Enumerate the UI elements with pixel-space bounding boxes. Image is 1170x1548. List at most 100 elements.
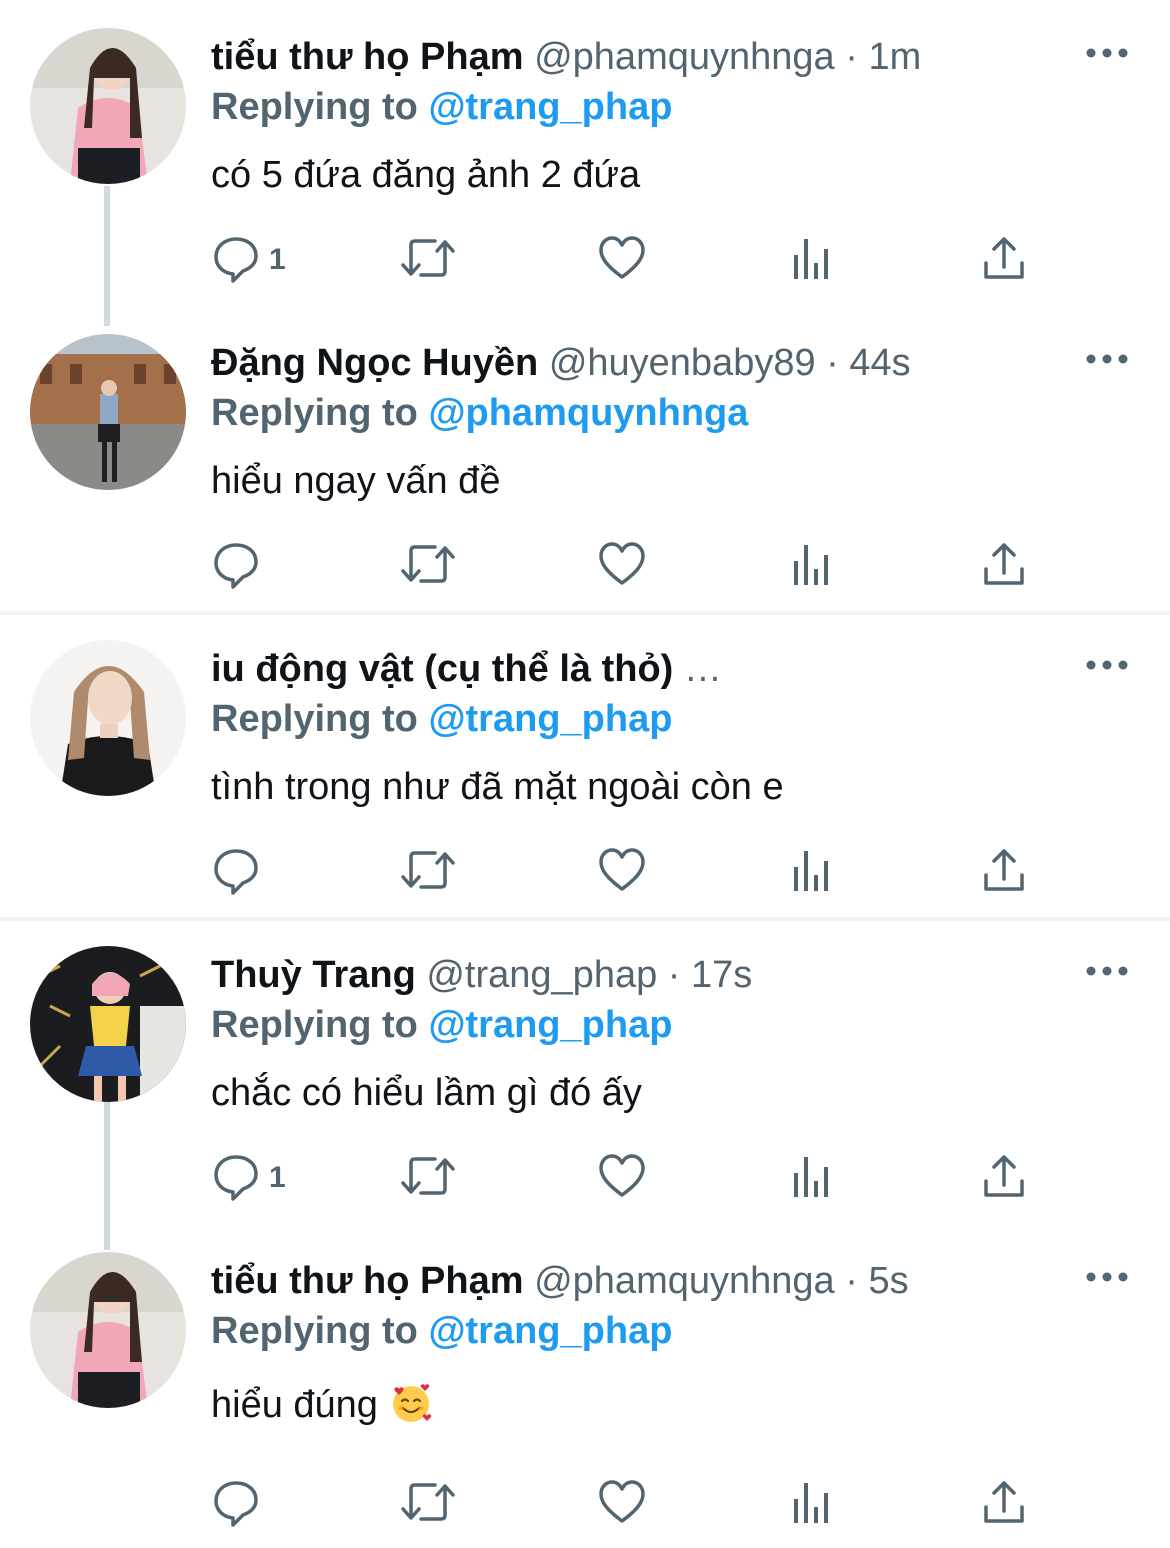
like-button[interactable] — [597, 536, 647, 596]
retweet-button[interactable] — [399, 536, 457, 596]
replying-prefix: Replying to — [211, 392, 418, 434]
like-button[interactable] — [597, 230, 647, 290]
reply-button[interactable] — [211, 1474, 269, 1534]
retweet-icon — [399, 233, 457, 288]
analytics-button[interactable] — [791, 1148, 835, 1208]
avatar[interactable] — [30, 28, 186, 184]
more-icon[interactable] — [1084, 1267, 1130, 1287]
reply-button[interactable]: 1 — [211, 230, 286, 290]
reply-icon — [211, 539, 261, 594]
like-button[interactable] — [597, 1148, 647, 1208]
timestamp[interactable]: 44s — [849, 342, 910, 384]
action-bar: 1 — [211, 1148, 1041, 1208]
retweet-icon — [399, 845, 457, 900]
reply-button[interactable] — [211, 842, 269, 902]
like-button[interactable] — [597, 842, 647, 902]
separator: · — [826, 342, 839, 384]
smiling-face-with-hearts-emoji — [389, 1381, 433, 1425]
analytics-button[interactable] — [791, 536, 835, 596]
retweet-button[interactable] — [399, 842, 457, 902]
timestamp[interactable]: 5s — [868, 1260, 908, 1302]
share-button[interactable] — [981, 842, 1027, 902]
share-button[interactable] — [981, 1474, 1027, 1534]
reply-button[interactable] — [211, 536, 269, 596]
action-bar: 1 — [211, 230, 1041, 290]
like-button[interactable] — [597, 1474, 647, 1534]
replying-to: Replying to @trang_phap — [211, 689, 672, 749]
replying-prefix: Replying to — [211, 86, 418, 128]
replying-handle[interactable]: @trang_phap — [428, 86, 672, 128]
tweet-text: hiểu đúng — [211, 1384, 378, 1426]
reply-count: 1 — [269, 1161, 286, 1194]
retweet-button[interactable] — [399, 1148, 457, 1208]
replying-prefix: Replying to — [211, 1310, 418, 1352]
display-name[interactable]: Thuỳ Trang — [211, 954, 416, 996]
tweet-text: hiểu ngay vấn đề — [211, 460, 501, 502]
display-name[interactable]: iu động vật (cụ thể là thỏ) — [211, 648, 673, 690]
retweet-button[interactable] — [399, 1474, 457, 1534]
retweet-button[interactable] — [399, 230, 457, 290]
tweet[interactable]: tiểu thư họ Phạm @phamquynhnga · 5s Repl… — [0, 1249, 1170, 1548]
user-handle[interactable]: @phamquynhnga — [534, 36, 835, 78]
avatar[interactable] — [30, 334, 186, 490]
action-bar — [211, 842, 1041, 902]
tweet-text: có 5 đứa đăng ảnh 2 đứa — [211, 154, 641, 196]
user-handle[interactable]: @phamquynhnga — [534, 1260, 835, 1302]
tweet-text-container: hiểu đúng — [211, 1375, 433, 1435]
display-name[interactable]: tiểu thư họ Phạm — [211, 36, 524, 78]
replying-to: Replying to @trang_phap — [211, 1301, 672, 1361]
action-bar — [211, 1474, 1041, 1534]
replying-to: Replying to @phamquynhnga — [211, 383, 748, 443]
analytics-button[interactable] — [791, 842, 835, 902]
separator: · — [845, 36, 858, 78]
avatar[interactable] — [30, 640, 186, 796]
timestamp[interactable]: 17s — [691, 954, 752, 996]
more-icon[interactable] — [1084, 43, 1130, 63]
analytics-button[interactable] — [791, 230, 835, 290]
reply-icon — [211, 845, 261, 900]
user-handle[interactable]: … — [684, 648, 722, 690]
display-name[interactable]: Đặng Ngọc Huyền — [211, 342, 538, 384]
reply-icon — [211, 233, 261, 288]
tweet[interactable]: tiểu thư họ Phạm @phamquynhnga · 1m Repl… — [0, 25, 1170, 305]
analytics-icon — [791, 1151, 835, 1206]
more-icon[interactable] — [1084, 349, 1130, 369]
replying-handle[interactable]: @phamquynhnga — [428, 392, 748, 434]
share-button[interactable] — [981, 230, 1027, 290]
replying-prefix: Replying to — [211, 698, 418, 740]
replying-prefix: Replying to — [211, 1004, 418, 1046]
tweet-text: chắc có hiểu lầm gì đó ấy — [211, 1072, 642, 1114]
replying-handle[interactable]: @trang_phap — [428, 1310, 672, 1352]
reply-button[interactable]: 1 — [211, 1148, 286, 1208]
divider — [0, 611, 1170, 615]
share-icon — [981, 539, 1027, 594]
share-icon — [981, 233, 1027, 288]
user-handle[interactable]: @huyenbaby89 — [549, 342, 816, 384]
retweet-icon — [399, 539, 457, 594]
analytics-button[interactable] — [791, 1474, 835, 1534]
user-handle[interactable]: @trang_phap — [426, 954, 657, 996]
replying-handle[interactable]: @trang_phap — [428, 698, 672, 740]
like-icon — [597, 233, 647, 288]
tweet[interactable]: iu động vật (cụ thể là thỏ) … Replying t… — [0, 637, 1170, 917]
analytics-icon — [791, 233, 835, 288]
like-icon — [597, 1477, 647, 1532]
replying-handle[interactable]: @trang_phap — [428, 1004, 672, 1046]
share-button[interactable] — [981, 536, 1027, 596]
tweet[interactable]: Đặng Ngọc Huyền @huyenbaby89 · 44s Reply… — [0, 331, 1170, 611]
like-icon — [597, 845, 647, 900]
action-bar — [211, 536, 1041, 596]
separator: · — [667, 954, 681, 996]
share-button[interactable] — [981, 1148, 1027, 1208]
analytics-icon — [791, 1477, 835, 1532]
share-icon — [981, 1151, 1027, 1206]
share-icon — [981, 1477, 1027, 1532]
tweet[interactable]: Thuỳ Trang @trang_phap · 17s Replying to… — [0, 943, 1170, 1223]
more-icon[interactable] — [1084, 655, 1130, 675]
timestamp[interactable]: 1m — [868, 36, 921, 78]
retweet-icon — [399, 1151, 457, 1206]
avatar[interactable] — [30, 946, 186, 1102]
avatar[interactable] — [30, 1252, 186, 1408]
display-name[interactable]: tiểu thư họ Phạm — [211, 1260, 524, 1302]
more-icon[interactable] — [1084, 961, 1130, 981]
